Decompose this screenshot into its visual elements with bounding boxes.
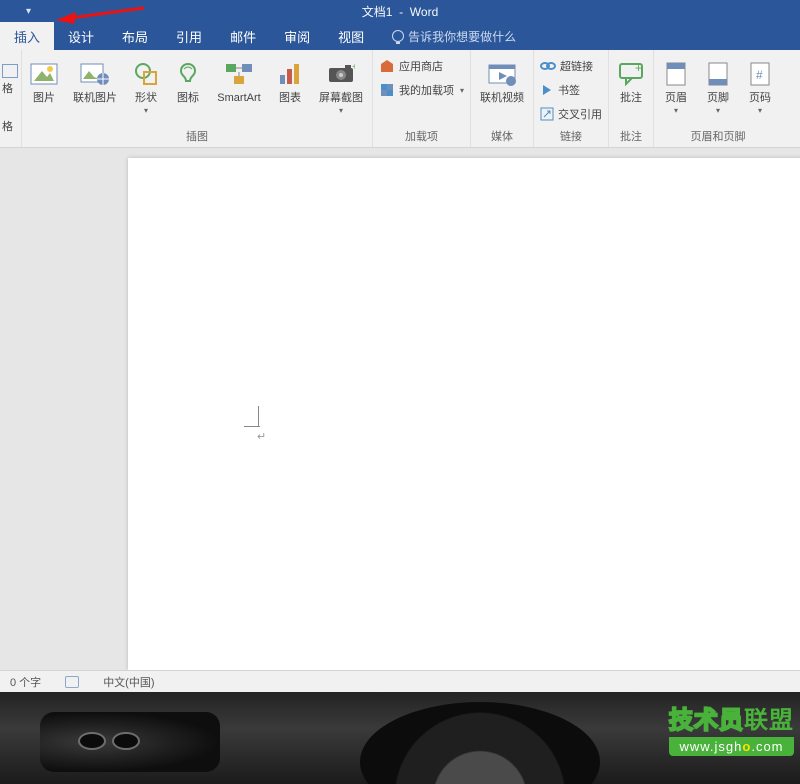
smartart-button[interactable]: SmartArt [210,54,268,107]
tab-view[interactable]: 视图 [324,22,378,50]
desktop-strip: 技术员联盟 www.jsgho.com [0,692,800,784]
tab-insert[interactable]: 插入 [0,22,54,50]
table-icon[interactable] [2,64,18,78]
group-addins: 应用商店 我的加载项 ▾ 加载项 [373,50,471,147]
screenshot-icon: + [327,62,355,86]
document-viewport[interactable]: ↵ [0,148,800,670]
store-icon [379,58,395,74]
tab-design[interactable]: 设计 [54,22,108,50]
svg-text:+: + [635,62,642,75]
group-label-addins: 加载项 [375,126,468,147]
watermark: 技术员联盟 www.jsgho.com [669,700,794,756]
dropdown-icon: ▾ [716,106,720,115]
group-illustrations: 图片 联机图片 形状 ▾ 图标 SmartArt 图表 [22,50,373,147]
footer-icon [707,61,729,87]
hyperlink-button[interactable]: 超链接 [540,56,602,76]
watermark-title: 技术员联盟 [669,700,794,735]
app-name: Word [410,5,438,19]
video-icon [487,61,517,87]
online-pictures-button[interactable]: 联机图片 [66,54,124,107]
online-video-button[interactable]: 联机视频 [473,54,531,107]
dropdown-icon: ▾ [758,106,762,115]
pagenumber-button[interactable]: # 页码 ▾ [740,54,780,117]
crossref-button[interactable]: 交叉引用 [540,104,602,124]
online-picture-icon [80,61,110,87]
bookmark-icon [540,83,554,97]
smartart-icon [224,62,254,86]
ribbon: 格 格 图片 联机图片 形状 ▾ 图标 [0,50,800,148]
title-bar: ▾ 文档1 - Word [0,0,800,22]
wallpaper-wheel [360,702,600,784]
screenshot-button[interactable]: + 屏幕截图 ▾ [312,54,370,117]
store-button[interactable]: 应用商店 [379,56,464,76]
dropdown-icon: ▾ [144,106,148,115]
group-links: 超链接 书签 交叉引用 链接 [534,50,609,147]
picture-icon [30,61,58,87]
chart-button[interactable]: 图表 [270,54,310,107]
dropdown-icon: ▾ [339,106,343,115]
table-label-2: 格 [2,118,13,134]
shapes-button[interactable]: 形状 ▾ [126,54,166,117]
comment-icon: + [618,62,644,86]
svg-text:#: # [756,68,763,82]
group-tables-partial: 格 格 [0,50,22,147]
dropdown-icon: ▾ [460,86,464,95]
table-label-1: 格 [2,80,13,96]
tab-references[interactable]: 引用 [162,22,216,50]
group-comments: + 批注 批注 [609,50,654,147]
wallpaper-exhaust [112,732,140,750]
lightbulb-icon [392,30,404,42]
document-name: 文档1 [362,5,393,19]
svg-text:+: + [352,62,355,73]
tab-layout[interactable]: 布局 [108,22,162,50]
paragraph-mark-icon: ↵ [257,430,266,443]
document-page[interactable] [128,158,800,670]
pictures-button[interactable]: 图片 [24,54,64,107]
icons-icon [175,61,201,87]
group-headerfooter: 页眉 ▾ 页脚 ▾ # 页码 ▾ 页眉和页脚 [654,50,782,147]
status-bar: 0 个字 中文(中国) [0,670,800,692]
header-button[interactable]: 页眉 ▾ [656,54,696,117]
spellcheck-icon[interactable] [65,676,79,688]
tab-review[interactable]: 审阅 [270,22,324,50]
watermark-url: www.jsgho.com [669,737,794,756]
window-title: 文档1 - Word [362,3,438,20]
footer-button[interactable]: 页脚 ▾ [698,54,738,117]
chart-icon [277,61,303,87]
icons-button[interactable]: 图标 [168,54,208,107]
group-label-media: 媒体 [473,126,531,147]
addin-icon [379,82,395,98]
ribbon-tabs: 插入 设计 布局 引用 邮件 审阅 视图 告诉我你想要做什么 [0,22,800,50]
wallpaper-exhaust [78,732,106,750]
comment-button[interactable]: + 批注 [611,54,651,107]
header-icon [665,61,687,87]
tell-me-search[interactable]: 告诉我你想要做什么 [378,22,530,50]
language-status[interactable]: 中文(中国) [103,674,154,690]
link-icon [540,59,556,73]
group-media: 联机视频 媒体 [471,50,534,147]
dropdown-icon: ▾ [674,106,678,115]
group-label-headerfooter: 页眉和页脚 [656,126,780,147]
group-label-comments: 批注 [611,126,651,147]
quick-access-dropdown-icon[interactable]: ▾ [26,6,31,17]
tab-mailings[interactable]: 邮件 [216,22,270,50]
pagenum-icon: # [749,61,771,87]
group-label-links: 链接 [536,126,606,147]
group-label-illustrations: 插图 [24,126,370,147]
word-count[interactable]: 0 个字 [10,674,41,690]
my-addins-button[interactable]: 我的加载项 ▾ [379,80,464,100]
crossref-icon [540,107,554,121]
shapes-icon [133,61,159,87]
bookmark-button[interactable]: 书签 [540,80,602,100]
